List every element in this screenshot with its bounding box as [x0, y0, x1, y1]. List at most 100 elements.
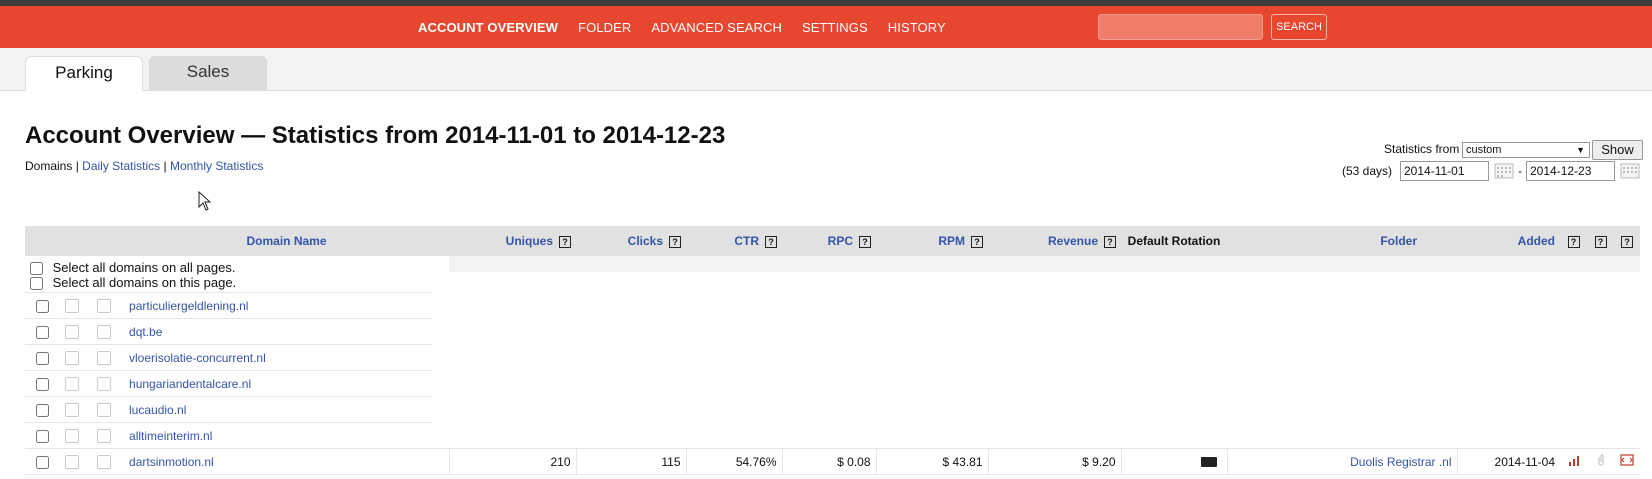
header-added[interactable]: Added [1457, 226, 1561, 256]
row-checkbox[interactable] [36, 403, 49, 417]
domain-link[interactable]: dartsinmotion.nl [129, 455, 214, 469]
header-label: Default Rotation [1127, 234, 1221, 248]
monthly-statistics-link[interactable]: Monthly Statistics [170, 159, 263, 173]
paperclip-icon[interactable] [1597, 454, 1605, 466]
nav-settings[interactable]: SETTINGS [802, 20, 868, 35]
preview-icon[interactable] [65, 402, 79, 417]
preview-icon[interactable] [65, 454, 79, 469]
domain-link[interactable]: particuliergeldlening.nl [129, 299, 248, 313]
folder-link[interactable]: Duolis Registrar .nl [1350, 455, 1451, 469]
period-select[interactable]: custom ▼ [1462, 142, 1590, 158]
domain-link[interactable]: dqt.be [129, 325, 162, 339]
chevron-down-icon: ▼ [1576, 145, 1585, 155]
header-help-2[interactable]: ? [1587, 226, 1615, 256]
nav-history[interactable]: HISTORY [888, 20, 946, 35]
edit-icon[interactable] [97, 402, 111, 417]
uniques-cell: 210 [448, 448, 577, 475]
expand-icon[interactable] [1620, 454, 1634, 466]
header-label: CTR [734, 234, 760, 248]
select-all-this-page-checkbox[interactable] [30, 277, 43, 291]
page-title: Account Overview — Statistics from 2014-… [25, 122, 726, 149]
period-select-value: custom [1466, 144, 1502, 156]
help-icon[interactable]: ? [669, 235, 682, 248]
header-rpc[interactable]: RPC? [782, 226, 877, 256]
sublink-domains: Domains [25, 159, 73, 173]
domain-link[interactable]: alltimeinterim.nl [129, 429, 212, 443]
edit-icon[interactable] [97, 428, 111, 443]
row-checkbox[interactable] [36, 377, 49, 391]
calendar-icon[interactable] [1620, 163, 1640, 179]
help-icon[interactable]: ? [1621, 235, 1634, 248]
row-checkbox[interactable] [36, 455, 49, 469]
preview-icon[interactable] [65, 350, 79, 365]
domain-link[interactable]: lucaudio.nl [129, 403, 186, 417]
preview-icon[interactable] [65, 376, 79, 391]
nav-account-overview[interactable]: ACCOUNT OVERVIEW [418, 20, 558, 35]
folder-cell: Duolis Registrar .nl [1226, 448, 1458, 475]
help-icon[interactable]: ? [1594, 235, 1607, 248]
domain-link[interactable]: vloerisolatie-concurrent.nl [129, 351, 266, 365]
header-help-1[interactable]: ? [1560, 226, 1588, 256]
daily-statistics-link[interactable]: Daily Statistics [82, 159, 160, 173]
date-from-input[interactable]: 2014-11-01 [1400, 161, 1489, 181]
help-icon[interactable]: ? [765, 235, 778, 248]
header-domain-name[interactable]: Domain Name [124, 226, 450, 256]
show-button[interactable]: Show [1592, 140, 1643, 160]
header-label: Folder [1380, 234, 1418, 248]
default-rotation-cell [1120, 448, 1228, 475]
preview-icon[interactable] [65, 324, 79, 339]
bar-chart-icon[interactable] [1568, 455, 1580, 466]
nav-folder[interactable]: FOLDER [578, 20, 631, 35]
header-label: Clicks [627, 234, 664, 248]
search-button[interactable]: SEARCH [1271, 14, 1327, 40]
rpm-cell: $ 43.81 [875, 448, 989, 475]
header-revenue[interactable]: Revenue? [988, 226, 1122, 256]
calendar-icon[interactable] [1494, 163, 1514, 179]
header-clicks[interactable]: Clicks? [576, 226, 687, 256]
row-checkbox[interactable] [36, 351, 49, 365]
rotation-icon[interactable] [1200, 457, 1217, 468]
help-icon[interactable]: ? [1104, 235, 1117, 248]
row-checkbox[interactable] [36, 429, 49, 443]
select-all-pages-checkbox[interactable] [30, 262, 43, 275]
sublink-separator: | [72, 159, 83, 173]
help-icon[interactable]: ? [971, 235, 984, 248]
header-label: RPM [938, 234, 966, 248]
loading-overlay [432, 272, 1652, 444]
domain-link[interactable]: hungariandentalcare.nl [129, 377, 251, 391]
nav-advanced-search[interactable]: ADVANCED SEARCH [651, 20, 782, 35]
tab-bar: Parking Sales [0, 48, 1652, 91]
edit-icon[interactable] [97, 298, 111, 313]
date-range-dash: - [1518, 164, 1522, 178]
header-label: Domain Name [246, 234, 327, 248]
row-checkbox[interactable] [36, 325, 49, 339]
action-cell [1614, 448, 1641, 475]
main-nav: ACCOUNT OVERVIEW FOLDER ADVANCED SEARCH … [418, 6, 966, 48]
header-folder[interactable]: Folder [1227, 226, 1458, 256]
preview-icon[interactable] [65, 298, 79, 313]
rpc-cell: $ 0.08 [781, 448, 877, 475]
edit-icon[interactable] [97, 454, 111, 469]
header-rpm[interactable]: RPM? [876, 226, 989, 256]
row-checkbox[interactable] [36, 299, 49, 313]
date-to-input[interactable]: 2014-12-23 [1526, 161, 1615, 181]
tab-sales[interactable]: Sales [149, 56, 267, 90]
breadcrumb: Domains | Daily Statistics | Monthly Sta… [25, 159, 263, 173]
edit-icon[interactable] [97, 324, 111, 339]
tab-parking[interactable]: Parking [25, 56, 143, 91]
edit-icon[interactable] [97, 376, 111, 391]
revenue-cell: $ 9.20 [987, 448, 1122, 475]
search-input[interactable] [1098, 14, 1263, 40]
preview-icon[interactable] [65, 428, 79, 443]
help-icon[interactable]: ? [559, 235, 572, 248]
header-ctr[interactable]: CTR? [686, 226, 783, 256]
header-uniques[interactable]: Uniques? [449, 226, 577, 256]
added-cell: 2014-11-04 [1456, 448, 1561, 475]
mouse-cursor-icon [198, 191, 212, 211]
help-icon[interactable]: ? [1567, 235, 1580, 248]
link-cell [1587, 448, 1615, 475]
header-help-3[interactable]: ? [1614, 226, 1641, 256]
help-icon[interactable]: ? [859, 235, 872, 248]
edit-icon[interactable] [97, 350, 111, 365]
clicks-cell: 115 [575, 448, 687, 475]
